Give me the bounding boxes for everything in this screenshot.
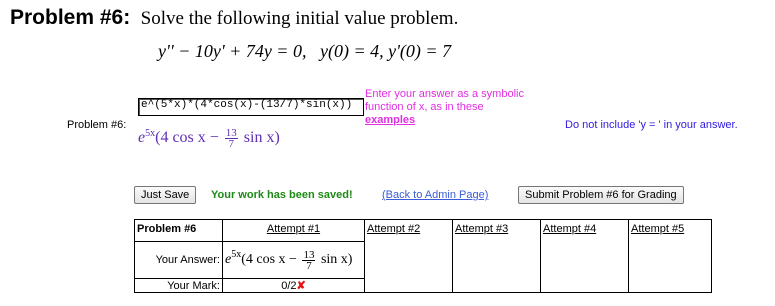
back-to-admin-link[interactable]: (Back to Admin Page)	[382, 189, 488, 201]
answer-hint: Enter your answer as a symbolic function…	[365, 88, 524, 127]
mark-value: 0/2	[281, 280, 297, 292]
attempt-2-column: Attempt #2	[364, 219, 453, 293]
attempt-5-link[interactable]: Attempt #5	[631, 223, 684, 235]
fraction-denominator: 7	[228, 138, 235, 150]
just-save-button[interactable]: Just Save	[134, 186, 197, 204]
attempt-answer-part2: sin x)	[320, 252, 353, 268]
attempt-3-column: Attempt #3	[452, 219, 541, 293]
hint-line-1: Enter your answer as a symbolic	[365, 88, 524, 100]
your-answer-label: Your Answer:	[134, 241, 223, 279]
saved-message: Your work has been saved!	[211, 189, 353, 201]
attempt-2-link[interactable]: Attempt #2	[367, 223, 420, 235]
attempt-3-link[interactable]: Attempt #3	[455, 223, 508, 235]
attempt-5-column: Attempt #5	[628, 219, 712, 293]
attempt-1-answer: e5x(4 cos x − 13 7 sin x)	[222, 241, 365, 279]
differential-equation: y'' − 10y' + 74y = 0, y(0) = 4, y'(0) = …	[158, 41, 451, 62]
your-mark-label: Your Mark:	[134, 278, 223, 293]
rendered-exponent: 5x	[145, 128, 156, 140]
problem-side-label: Problem #6:	[67, 119, 127, 131]
initial-condition-2: y'(0) = 7	[388, 41, 452, 61]
attempt-1-link[interactable]: Attempt #1	[267, 223, 320, 235]
rendered-part1: (4 cos x −	[155, 129, 219, 147]
problem-heading: Problem #6: Solve the following initial …	[10, 6, 458, 30]
rendered-part2: sin x)	[243, 129, 280, 147]
attempt-1-header: Attempt #1	[222, 219, 365, 242]
attempt-4-column: Attempt #4	[540, 219, 629, 293]
attempt-4-link[interactable]: Attempt #4	[543, 223, 596, 235]
attempt-fraction-numerator: 13	[302, 248, 316, 261]
attempt-answer-exponent: 5x	[231, 249, 242, 261]
problem-statement: Solve the following initial value proble…	[140, 8, 459, 29]
answer-input[interactable]: e^(5*x)*(4*cos(x)-(13/7)*sin(x))	[138, 98, 364, 116]
equation-lhs: y'' − 10y' + 74y = 0,	[158, 41, 307, 61]
table-header-problem: Problem #6	[134, 219, 223, 242]
examples-link[interactable]: examples	[365, 114, 415, 126]
attempt-1-mark: 0/2✘	[222, 278, 365, 293]
rendered-fraction: 13 7	[224, 128, 238, 150]
attempt-answer-part1: (4 cos x −	[241, 252, 297, 268]
problem-number: Problem #6:	[10, 6, 131, 29]
initial-condition-1: y(0) = 4,	[319, 41, 384, 61]
wrong-x-icon: ✘	[296, 280, 306, 292]
attempt-answer-fraction: 13 7	[302, 248, 316, 272]
attempts-table: Problem #6 Attempt #1 Attempt #2 Attempt…	[134, 219, 712, 293]
rendered-answer-preview: e5x(4 cos x − 13 7 sin x)	[138, 128, 280, 150]
submit-grading-button[interactable]: Submit Problem #6 for Grading	[518, 186, 684, 204]
format-note: Do not include 'y = ' in your answer.	[565, 119, 738, 131]
attempt-fraction-denominator: 7	[306, 259, 312, 272]
hint-line-2: function of x, as in these	[365, 101, 484, 113]
